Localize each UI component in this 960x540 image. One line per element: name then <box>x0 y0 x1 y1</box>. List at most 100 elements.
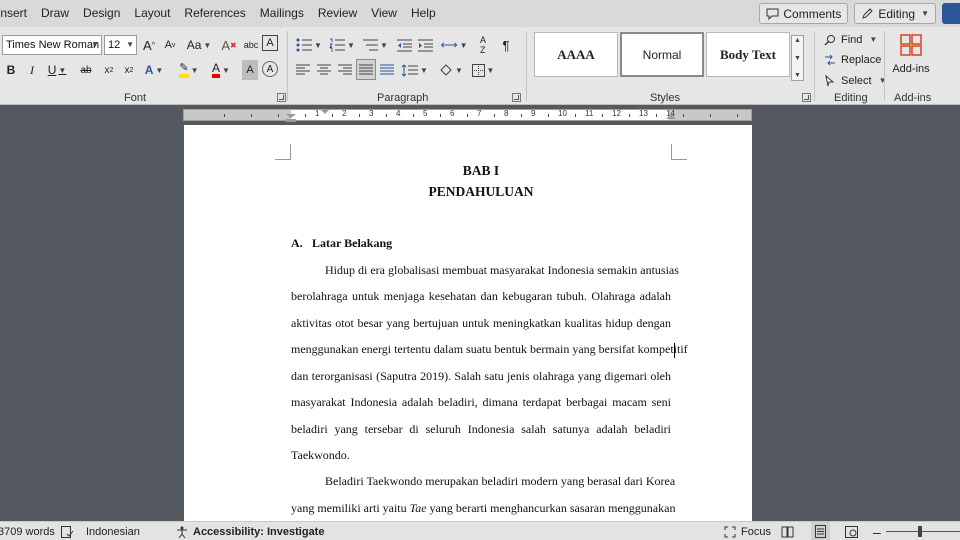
more-styles-icon[interactable]: ▼ <box>794 72 801 79</box>
accessibility-checker[interactable]: Accessibility: Investigate <box>176 522 324 540</box>
multilevel-list-icon[interactable]: ▼ <box>361 35 389 55</box>
justify-icon[interactable] <box>356 59 376 80</box>
ruler-number: 3 <box>369 109 374 118</box>
editing-mode-button[interactable]: Editing ▼ <box>854 3 936 24</box>
ruler-number: 12 <box>612 109 621 118</box>
ruler-number: 10 <box>558 109 567 118</box>
change-case-icon[interactable]: Aa ▼ <box>186 35 212 55</box>
ruler-number: 7 <box>477 109 482 118</box>
italic-icon[interactable]: I <box>25 60 39 80</box>
style-gallery-scroll[interactable]: ▲ ▼ ▼ <box>791 35 804 81</box>
chevron-down-icon[interactable]: ▼ <box>794 55 801 62</box>
asian-layout-icon[interactable]: ⟷ ▼ <box>440 35 468 55</box>
tab-insert[interactable]: Insert <box>0 0 34 27</box>
first-line-indent-marker-icon[interactable] <box>320 109 330 115</box>
ruler-tick <box>709 114 711 117</box>
underline-icon[interactable]: U ▼ <box>46 60 68 80</box>
tab-references[interactable]: References <box>177 0 252 27</box>
superscript-icon[interactable]: x2 <box>121 60 137 80</box>
zoom-out-icon[interactable]: – <box>873 522 881 540</box>
group-divider <box>884 31 885 101</box>
font-dialog-launcher-icon[interactable] <box>277 93 286 102</box>
bold-icon[interactable]: B <box>4 60 18 80</box>
tab-design[interactable]: Design <box>76 0 127 27</box>
font-name-combo[interactable]: Times New Roman ▼ <box>2 35 102 55</box>
comment-icon <box>766 8 779 20</box>
right-indent-marker-icon[interactable] <box>666 114 676 120</box>
ruler-tick <box>277 114 279 117</box>
ruler-tick <box>304 114 306 117</box>
tab-draw[interactable]: Draw <box>34 0 76 27</box>
font-size-combo[interactable]: 12 ▼ <box>104 35 137 55</box>
phonetic-guide-icon[interactable]: abc <box>242 35 260 55</box>
strikethrough-icon[interactable]: ab <box>78 60 94 80</box>
horizontal-ruler[interactable]: 1 2 3 4 5 6 7 8 9 10 11 12 13 14 <box>183 109 752 122</box>
document-page[interactable]: BAB I PENDAHULUAN A. Latar Belakang Hidup… <box>184 125 752 525</box>
share-button[interactable] <box>942 3 960 24</box>
zoom-slider[interactable] <box>886 522 960 540</box>
comments-button[interactable]: Comments <box>759 3 849 24</box>
distributed-icon[interactable] <box>379 60 395 80</box>
tab-view[interactable]: View <box>364 0 404 27</box>
paragraph-line: masyarakat Indonesia adalah beladiri, di… <box>291 395 671 409</box>
grow-font-icon[interactable]: A ^ <box>141 35 157 55</box>
language-indicator[interactable]: Indonesian <box>86 522 140 540</box>
numbering-icon[interactable]: ▼ <box>328 35 356 55</box>
find-button[interactable]: Find ▼ <box>824 31 877 48</box>
font-name-value: Times New Roman <box>6 39 100 51</box>
focus-button[interactable]: Focus <box>724 522 771 540</box>
character-shading-icon[interactable]: A <box>242 60 258 80</box>
accessibility-label: Accessibility: Investigate <box>193 525 325 538</box>
replace-button[interactable]: Replace <box>824 51 881 68</box>
text-effects-icon[interactable]: A ▼ <box>142 60 166 80</box>
proofing-icon[interactable] <box>61 522 74 540</box>
shading-icon[interactable]: ▼ <box>438 60 464 80</box>
addins-icon[interactable] <box>898 32 924 58</box>
select-button[interactable]: Select ▼ <box>824 72 887 89</box>
web-layout-icon[interactable] <box>845 522 858 540</box>
shrink-font-icon[interactable]: Av <box>162 35 178 55</box>
align-right-icon[interactable] <box>337 60 353 80</box>
align-center-icon[interactable] <box>316 60 332 80</box>
font-color-icon[interactable]: A ▼ <box>208 60 234 80</box>
tab-mailings[interactable]: Mailings <box>253 0 311 27</box>
tab-review[interactable]: Review <box>311 0 364 27</box>
group-divider <box>287 31 288 101</box>
ruler-tick <box>223 114 225 117</box>
style-normal[interactable]: Normal <box>620 32 704 77</box>
subscript-icon[interactable]: x2 <box>101 60 117 80</box>
align-left-icon[interactable] <box>295 60 311 80</box>
enclose-characters-icon[interactable]: A <box>262 61 278 77</box>
borders-icon[interactable]: ▼ <box>470 60 496 80</box>
chapter-title: PENDAHULUAN <box>428 184 534 199</box>
chevron-up-icon[interactable]: ▲ <box>794 37 801 44</box>
group-divider <box>814 31 815 101</box>
tab-layout[interactable]: Layout <box>127 0 177 27</box>
character-border-icon[interactable]: A <box>262 35 278 51</box>
section-number: A. <box>291 236 303 250</box>
ruler-tick <box>439 114 441 117</box>
crop-mark <box>275 144 291 160</box>
word-count[interactable]: 3709 words <box>0 522 55 540</box>
print-layout-icon[interactable] <box>811 522 830 540</box>
decrease-indent-icon[interactable] <box>396 35 412 55</box>
tab-help[interactable]: Help <box>404 0 443 27</box>
bullets-icon[interactable]: ▼ <box>295 35 323 55</box>
show-formatting-marks-icon[interactable]: ¶ <box>498 35 514 55</box>
line-spacing-icon[interactable]: ▼ <box>401 60 429 80</box>
italic-term: Tae <box>409 501 427 515</box>
style-body-text[interactable]: Body Text <box>706 32 790 77</box>
clear-formatting-icon[interactable]: A ✖ <box>221 35 237 55</box>
left-indent-marker-icon[interactable] <box>285 114 297 122</box>
sort-icon[interactable]: AZ <box>474 35 492 55</box>
increase-indent-icon[interactable] <box>417 35 433 55</box>
style-aaaa[interactable]: AAAA <box>534 32 618 77</box>
zoom-slider-thumb[interactable] <box>918 526 922 537</box>
read-mode-icon[interactable] <box>781 522 794 540</box>
highlight-color-icon[interactable]: ✎ ▼ <box>176 60 202 80</box>
paragraph-dialog-launcher-icon[interactable] <box>512 93 521 102</box>
menu-bar: Insert Draw Design Layout References Mai… <box>0 0 960 27</box>
addins-button-label[interactable]: Add-ins <box>889 59 933 79</box>
styles-dialog-launcher-icon[interactable] <box>802 93 811 102</box>
group-divider <box>526 31 527 101</box>
